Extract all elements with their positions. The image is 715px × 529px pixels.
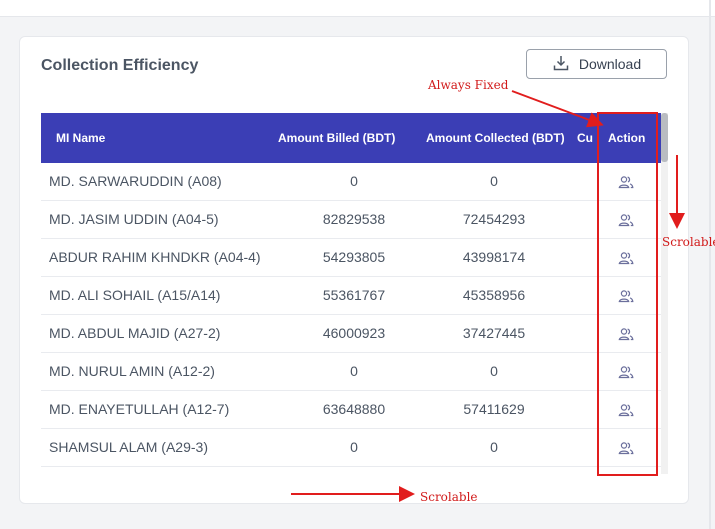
vertical-scroll-thumb[interactable] [661,113,668,162]
mi-name-cell: MD. NURUL AMIN (A12-2) [49,363,215,379]
download-label: Download [578,56,642,72]
table-row: MOHAMMAD MOZAFFAR (nill) 90818718 80528304 [41,467,661,474]
amount-collected-cell: 0 [490,363,498,379]
mi-name-cell: MOHAMMAD MOZAFFAR (nill) [49,467,244,474]
amount-collected-cell: 0 [490,439,498,455]
mi-name-cell: ABDUR RAHIM KHNDKR (A04-4) [49,249,261,265]
amount-collected-cell: 72454293 [462,211,526,227]
card-title: Collection Efficiency [41,57,199,74]
table-row: MD. ENAYETULLAH (A12-7) 63648880 57411629 [41,391,661,429]
amount-collected-cell: 37427445 [462,325,526,341]
amount-collected-cell: 0 [490,173,498,189]
amount-billed-cell: 0 [350,173,358,189]
annotation-always-fixed: Always Fixed [428,78,509,92]
table-body: MD. SARWARUDDIN (A08) 0 0 MD. JASIM UDDIN (… [41,163,661,474]
download-icon [552,54,570,75]
mi-name-cell: MD. JASIM UDDIN (A04-5) [49,211,219,227]
top-bar [0,0,715,17]
amount-billed-cell: 0 [350,363,358,379]
vertical-scrollbar[interactable] [661,113,668,474]
column-header-amount-billed[interactable]: Amount Billed (BDT) [278,113,395,163]
table-row: SHAMSUL ALAM (A29-3) 0 0 [41,429,661,467]
amount-billed-cell: 55361767 [322,287,386,303]
amount-billed-cell: 90818718 [294,467,414,474]
collection-efficiency-card: Collection Efficiency Download MI Name A… [19,36,689,504]
amount-collected-cell: 57411629 [463,401,525,417]
amount-collected-cell: 45358956 [462,287,526,303]
annotation-scrollable-horizontal: Scrolable [420,490,478,504]
amount-billed-cell: 54293805 [322,249,386,265]
column-header-mi-name[interactable]: MI Name [56,113,105,163]
table-row: ABDUR RAHIM KHNDKR (A04-4) 54293805 439981… [41,239,661,277]
amount-billed-cell: 63648880 [322,401,386,417]
collection-table: MI Name Amount Billed (BDT) Amount Colle… [41,113,668,474]
page-edge [709,0,711,529]
amount-billed-cell: 0 [350,439,358,455]
table-header: MI Name Amount Billed (BDT) Amount Colle… [41,113,661,163]
download-button[interactable]: Download [526,49,667,79]
table-row: MD. NURUL AMIN (A12-2) 0 0 [41,353,661,391]
annotation-scrollable-vertical: Scrolable [662,235,715,249]
fixed-column-highlight-box [597,112,658,476]
mi-name-cell: SHAMSUL ALAM (A29-3) [49,439,208,455]
amount-collected-cell: 43998174 [462,249,526,265]
column-header-amount-collected[interactable]: Amount Collected (BDT) [426,113,565,163]
mi-name-cell: MD. ENAYETULLAH (A12-7) [49,401,230,417]
amount-billed-cell: 82829538 [322,211,386,227]
table-row: MD. JASIM UDDIN (A04-5) 82829538 72454293 [41,201,661,239]
mi-name-cell: MD. SARWARUDDIN (A08) [49,173,222,189]
table-row: MD. ALI SOHAIL (A15/A14) 55361767 45358956 [41,277,661,315]
table-row: MD. SARWARUDDIN (A08) 0 0 [41,163,661,201]
amount-collected-cell: 80528304 [434,467,554,474]
mi-name-cell: MD. ALI SOHAIL (A15/A14) [49,287,221,303]
table-row: MD. ABDUL MAJID (A27-2) 46000923 37427445 [41,315,661,353]
mi-name-cell: MD. ABDUL MAJID (A27-2) [49,325,221,341]
column-header-cu[interactable]: Cu [577,113,593,163]
amount-billed-cell: 46000923 [322,325,386,341]
